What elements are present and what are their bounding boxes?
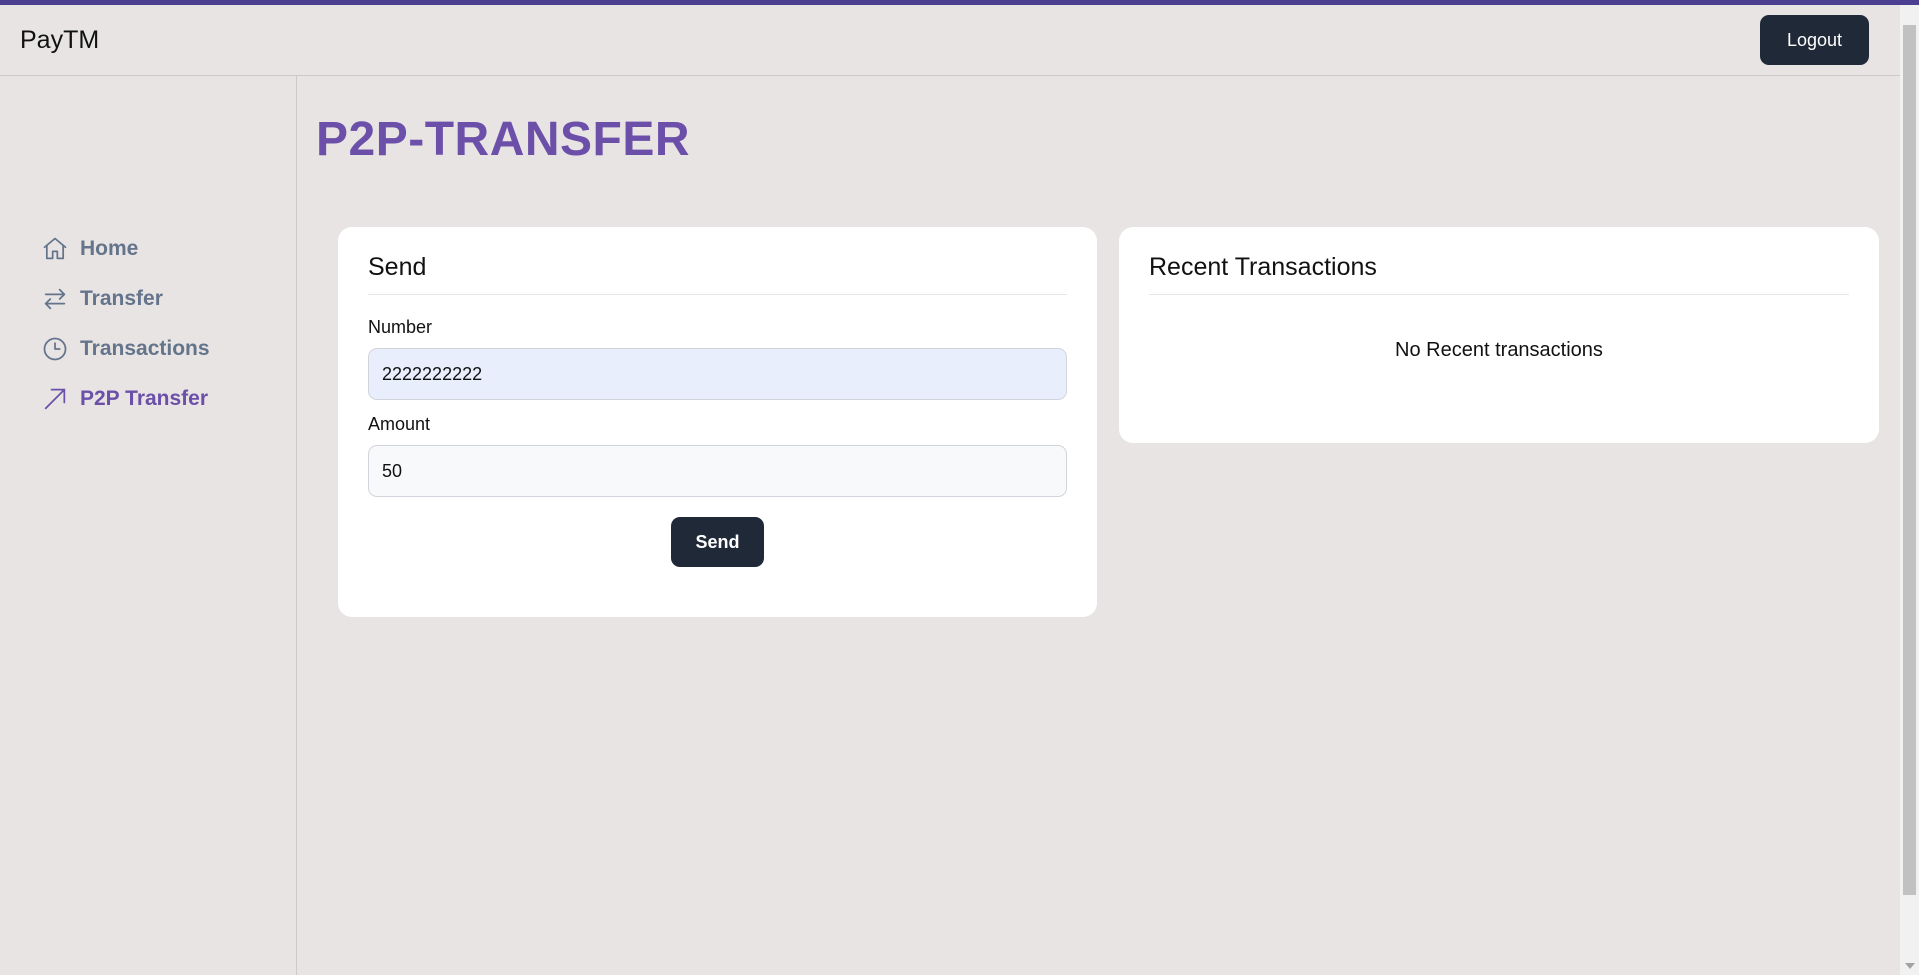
- empty-transactions-message: No Recent transactions: [1395, 339, 1603, 361]
- sidebar-item-label: Home: [80, 237, 139, 260]
- sidebar-nav: Home Transfer Transactions P2P Transfer: [40, 224, 210, 424]
- sidebar-item-p2p-transfer[interactable]: P2P Transfer: [40, 374, 210, 424]
- send-button-wrapper: Send: [368, 517, 1067, 567]
- sidebar-item-transactions[interactable]: Transactions: [40, 324, 210, 374]
- recent-transactions-title: Recent Transactions: [1149, 253, 1849, 295]
- sidebar-item-label: P2P Transfer: [80, 387, 209, 410]
- amount-label: Amount: [368, 414, 431, 434]
- clock-icon: [40, 334, 70, 364]
- sidebar-item-label: Transactions: [80, 337, 210, 360]
- amount-input[interactable]: 50: [368, 445, 1067, 497]
- number-input[interactable]: 2222222222: [368, 348, 1067, 400]
- arrow-up-right-icon: [40, 384, 70, 414]
- number-label: Number: [368, 317, 433, 337]
- sidebar: Home Transfer Transactions P2P Transfer: [0, 76, 297, 975]
- recent-transactions-card: Recent Transactions No Recent transactio…: [1119, 227, 1879, 443]
- page-title: P2P-TRANSFER: [316, 113, 691, 166]
- brand-logo: PayTM: [20, 25, 100, 54]
- sidebar-item-label: Transfer: [80, 287, 163, 310]
- vertical-scrollbar[interactable]: [1900, 5, 1919, 975]
- sidebar-item-home[interactable]: Home: [40, 224, 210, 274]
- scrollbar-thumb[interactable]: [1903, 25, 1916, 895]
- scroll-down-arrow-icon[interactable]: [1905, 963, 1915, 969]
- arrows-swap-icon: [40, 284, 70, 314]
- send-card-title: Send: [368, 253, 1067, 295]
- app-header: PayTM Logout: [0, 5, 1900, 76]
- send-card: Send Number 2222222222 Amount 50 Send: [338, 227, 1097, 617]
- sidebar-item-transfer[interactable]: Transfer: [40, 274, 210, 324]
- send-button[interactable]: Send: [671, 517, 764, 567]
- logout-button[interactable]: Logout: [1760, 15, 1869, 65]
- home-icon: [40, 234, 70, 264]
